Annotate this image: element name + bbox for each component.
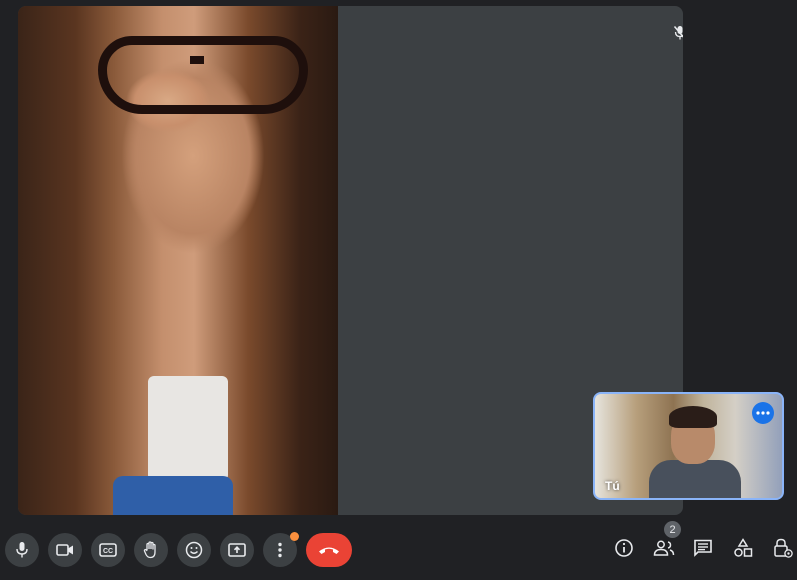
host-controls-button[interactable] (769, 534, 797, 562)
chat-button[interactable] (689, 534, 717, 562)
chat-icon (694, 539, 712, 557)
participant-count-badge: 2 (664, 521, 681, 538)
meeting-info-button[interactable] (610, 534, 638, 562)
participant-glasses (98, 36, 308, 114)
self-name-label: Tú (605, 479, 620, 493)
activities-button[interactable] (729, 534, 757, 562)
present-screen-button[interactable] (220, 533, 254, 567)
host-controls-icon (774, 538, 793, 558)
captions-button[interactable]: CC (91, 533, 125, 567)
reactions-button[interactable] (177, 533, 211, 567)
microphone-button[interactable] (5, 533, 39, 567)
microphone-icon (16, 542, 28, 558)
participant-tile-main[interactable] (18, 6, 683, 515)
present-screen-icon (228, 543, 246, 557)
camera-button[interactable] (48, 533, 82, 567)
svg-text:CC: CC (103, 548, 113, 555)
more-options-icon (278, 542, 282, 558)
self-options-icon[interactable] (752, 402, 774, 424)
camera-icon (56, 544, 73, 556)
raise-hand-button[interactable] (134, 533, 168, 567)
activities-icon (734, 538, 753, 557)
people-button[interactable] (650, 534, 678, 562)
meeting-stage: Tú (0, 0, 797, 515)
raise-hand-icon (143, 541, 156, 559)
muted-mic-icon (669, 22, 683, 44)
reactions-icon (185, 541, 203, 559)
end-call-button[interactable] (306, 533, 352, 567)
meeting-info-icon (615, 539, 633, 557)
end-call-icon (319, 547, 339, 554)
notification-dot (290, 532, 299, 541)
self-view-tile[interactable]: Tú (593, 392, 784, 500)
people-icon (653, 540, 675, 556)
participant-video (18, 6, 338, 515)
captions-icon: CC (99, 543, 117, 557)
